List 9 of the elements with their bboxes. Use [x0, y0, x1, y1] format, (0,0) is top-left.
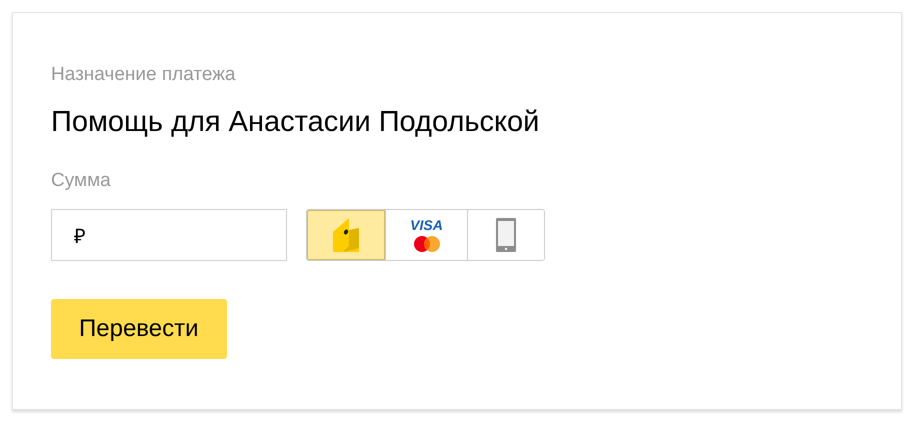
purpose-text: Помощь для Анастасии Подольской	[51, 105, 540, 139]
phone-icon	[496, 218, 516, 252]
amount-field[interactable]: ₽	[51, 209, 287, 261]
wallet-icon	[331, 216, 361, 254]
amount-label: Сумма	[51, 169, 111, 193]
card-logo-text: VISA	[410, 218, 443, 232]
transfer-button[interactable]: Перевести	[51, 299, 227, 359]
card-circles-icon	[412, 234, 442, 252]
purpose-label: Назначение платежа	[51, 63, 236, 87]
